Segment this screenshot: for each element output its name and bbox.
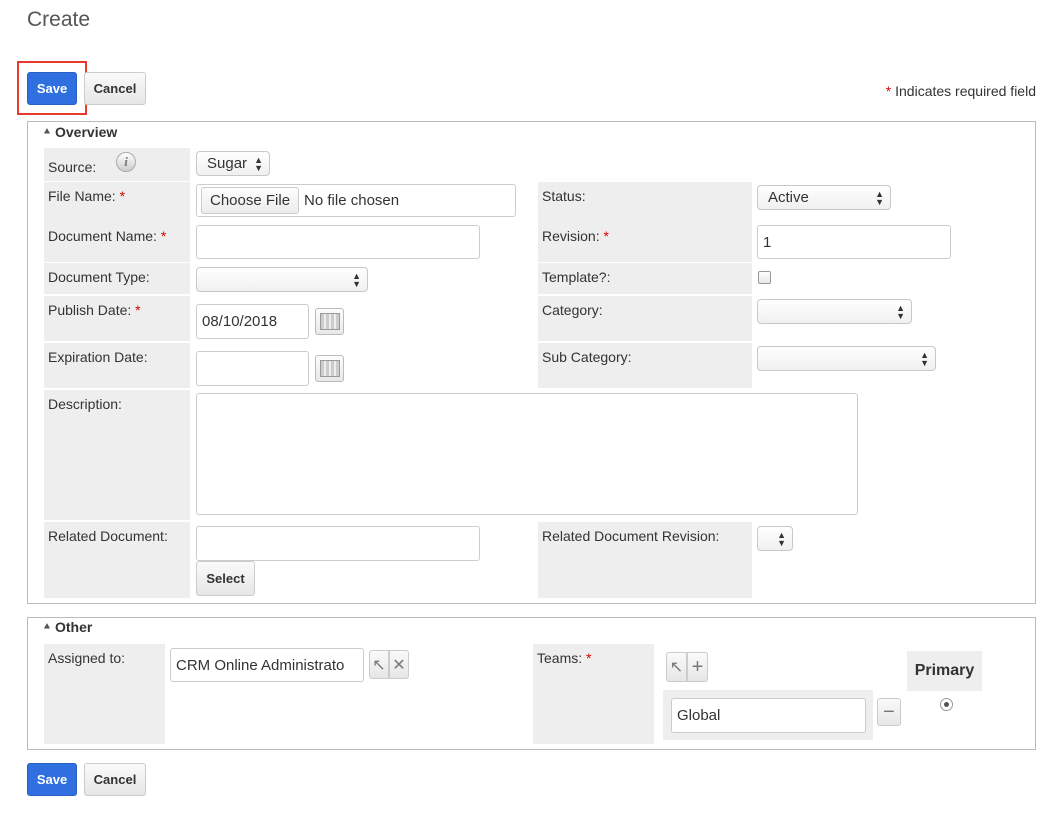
description-textarea[interactable]	[196, 393, 858, 515]
document-name-input[interactable]	[196, 225, 480, 259]
source-select[interactable]: Sugar ▲ ▼	[196, 151, 270, 176]
no-file-text: No file chosen	[304, 192, 400, 209]
category-select[interactable]: ▲ ▼	[757, 299, 912, 324]
source-label-text: Source:	[48, 159, 97, 175]
plus-icon[interactable]: +	[687, 652, 708, 682]
related-revision-select[interactable]: ▲ ▼	[757, 526, 793, 551]
category-label: Category:	[538, 296, 752, 341]
assigned-to-input[interactable]: CRM Online Administrato	[170, 648, 364, 682]
select-arrows-icon: ▲ ▼	[875, 188, 884, 207]
expiration-date-label-text: Expiration Date:	[48, 349, 148, 365]
other-header[interactable]: ⯅ Other	[43, 619, 92, 635]
sub-category-label: Sub Category:	[538, 343, 752, 388]
overview-title: Overview	[55, 124, 118, 140]
document-name-label: Document Name: *	[44, 222, 190, 262]
required-star: *	[885, 83, 892, 99]
required-star: *	[135, 302, 141, 318]
primary-column-header: Primary	[907, 651, 982, 691]
required-star: *	[586, 650, 592, 666]
chevron-up-icon[interactable]: ⯅	[43, 127, 51, 138]
primary-radio[interactable]	[940, 698, 953, 711]
file-input[interactable]: Choose File No file chosen	[196, 184, 516, 217]
overview-header[interactable]: ⯅ Overview	[43, 124, 117, 140]
minus-icon[interactable]: −	[877, 698, 901, 726]
description-label-text: Description:	[48, 396, 122, 412]
select-arrows-icon: ▲ ▼	[777, 529, 786, 548]
select-arrows-icon: ▲ ▼	[352, 270, 361, 289]
template-checkbox[interactable]	[758, 271, 771, 284]
related-document-input[interactable]	[196, 526, 480, 561]
calendar-icon[interactable]	[315, 308, 344, 335]
required-field-note: * Indicates required field	[886, 83, 1036, 99]
required-star: *	[603, 228, 609, 244]
teams-label: Teams: *	[533, 644, 654, 744]
calendar-icon[interactable]	[315, 355, 344, 382]
document-type-label: Document Type:	[44, 263, 190, 294]
revision-input[interactable]: 1	[757, 225, 951, 259]
other-panel	[27, 617, 1036, 750]
select-arrows-icon: ▲ ▼	[254, 154, 263, 173]
save-button-bottom[interactable]: Save	[27, 763, 77, 796]
required-star: *	[160, 228, 167, 244]
template-label: Template?:	[538, 263, 752, 294]
category-label-text: Category:	[542, 302, 603, 318]
status-label-text: Status:	[542, 188, 586, 204]
revision-label-text: Revision:	[542, 228, 600, 244]
page-title: Create	[27, 8, 91, 31]
info-icon[interactable]: i	[116, 152, 136, 172]
publish-date-label-text: Publish Date:	[48, 302, 132, 318]
select-arrows-icon: ▲ ▼	[920, 349, 929, 368]
source-value: Sugar	[207, 155, 248, 172]
document-type-select[interactable]: ▲ ▼	[196, 267, 368, 292]
close-icon[interactable]: ✕	[389, 650, 409, 679]
other-title: Other	[55, 619, 93, 635]
team-input[interactable]: Global	[671, 698, 866, 733]
revision-label: Revision: *	[538, 222, 752, 262]
file-name-label-text: File Name:	[48, 188, 116, 204]
cancel-button-bottom[interactable]: Cancel	[84, 763, 146, 796]
assigned-to-label-text: Assigned to:	[48, 650, 126, 666]
publish-date-input[interactable]: 08/10/2018	[196, 304, 309, 339]
sub-category-select[interactable]: ▲ ▼	[757, 346, 936, 371]
related-document-label-text: Related Document:	[48, 528, 168, 544]
file-name-label: File Name: *	[44, 182, 190, 222]
document-type-label-text: Document Type:	[48, 269, 150, 285]
related-revision-label-text: Related Document Revision:	[542, 528, 720, 544]
choose-file-button[interactable]: Choose File	[201, 187, 300, 214]
status-value: Active	[768, 189, 809, 206]
expiration-date-input[interactable]	[196, 351, 309, 386]
arrow-cursor-icon[interactable]: ↖	[369, 650, 389, 679]
required-star: *	[119, 188, 126, 204]
template-label-text: Template?:	[542, 269, 611, 285]
cancel-button[interactable]: Cancel	[84, 72, 146, 105]
document-name-label-text: Document Name:	[48, 228, 157, 244]
teams-label-text: Teams:	[537, 650, 583, 666]
required-note-text: Indicates required field	[895, 83, 1036, 99]
radio-dot	[944, 702, 949, 707]
publish-date-label: Publish Date: *	[44, 296, 190, 341]
select-arrows-icon: ▲ ▼	[896, 302, 905, 321]
select-button[interactable]: Select	[196, 561, 255, 596]
status-select[interactable]: Active ▲ ▼	[757, 185, 891, 210]
description-label: Description:	[44, 390, 190, 520]
save-button[interactable]: Save	[27, 72, 77, 105]
chevron-up-icon[interactable]: ⯅	[43, 622, 51, 633]
related-revision-label: Related Document Revision:	[538, 522, 752, 598]
assigned-to-label: Assigned to:	[44, 644, 165, 744]
arrow-cursor-icon[interactable]: ↖	[666, 652, 687, 682]
sub-category-label-text: Sub Category:	[542, 349, 632, 365]
related-document-label: Related Document:	[44, 522, 190, 598]
status-label: Status:	[538, 182, 752, 222]
expiration-date-label: Expiration Date:	[44, 343, 190, 388]
